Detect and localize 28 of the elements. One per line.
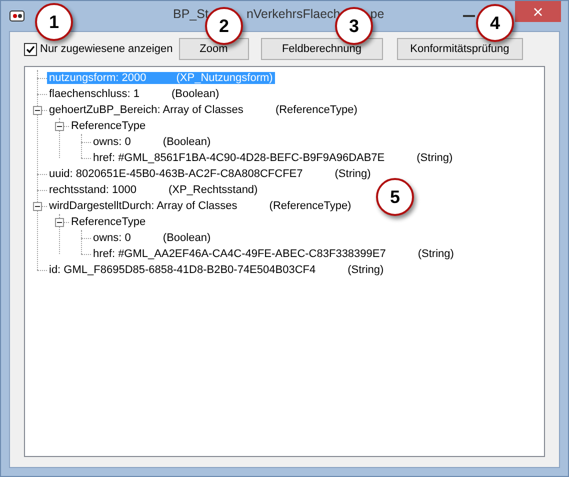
close-button[interactable]: ×	[515, 1, 561, 22]
toolbar-button[interactable]: Konformitätsprüfung	[396, 38, 523, 60]
collapse-icon[interactable]	[55, 218, 64, 227]
window-title: nVerkehrsFlaech	[246, 7, 340, 21]
window-title: BP_St	[173, 7, 208, 21]
collapse-icon[interactable]	[33, 106, 42, 115]
tree-item[interactable]: owns: 0 (Boolean)	[91, 232, 213, 244]
checkbox[interactable]	[24, 42, 37, 56]
tree-item[interactable]: href: #GML_AA2EF46A-CA4C-49FE-ABEC-C83F338399E7 (String)	[91, 248, 456, 260]
checkbox-label: Nur zugewiesene anzeigen	[40, 43, 173, 55]
toolbar-button[interactable]: Zoom	[178, 38, 249, 60]
toolbar-button[interactable]: Feldberechnung	[260, 38, 383, 60]
window-title: pe	[370, 7, 384, 21]
app-icon	[9, 10, 25, 22]
callout-marker: 1	[35, 3, 73, 41]
tree-item[interactable]: rechtsstand: 1000 (XP_Rechtsstand)	[47, 184, 260, 196]
tree-item[interactable]: ReferenceType	[69, 216, 148, 228]
collapse-icon[interactable]	[55, 122, 64, 131]
tree-item[interactable]: href: #GML_8561F1BA-4C90-4D28-BEFC-B9F9A96DAB7E (String)	[91, 152, 455, 164]
tree-item[interactable]: id: GML_F8695D85-6858-41D8-B2B0-74E504B03CF4 (String)	[47, 264, 386, 276]
tree-item[interactable]: wirdDargestelltDurch: Array of Classes (ReferenceType)	[47, 200, 354, 212]
tree-item[interactable]: owns: 0 (Boolean)	[91, 136, 213, 148]
tree-item[interactable]: gehoertZuBP_Bereich: Array of Classes (ReferenceType)	[47, 104, 360, 116]
callout-marker: 4	[476, 4, 514, 42]
tree-item[interactable]: ReferenceType	[69, 120, 148, 132]
collapse-icon[interactable]	[33, 202, 42, 211]
tree-item[interactable]: uuid: 8020651E-45B0-463B-AC2F-C8A808CFCFE7 (String)	[47, 168, 373, 180]
tree-item[interactable]: flaechenschluss: 1 (Boolean)	[47, 88, 222, 100]
